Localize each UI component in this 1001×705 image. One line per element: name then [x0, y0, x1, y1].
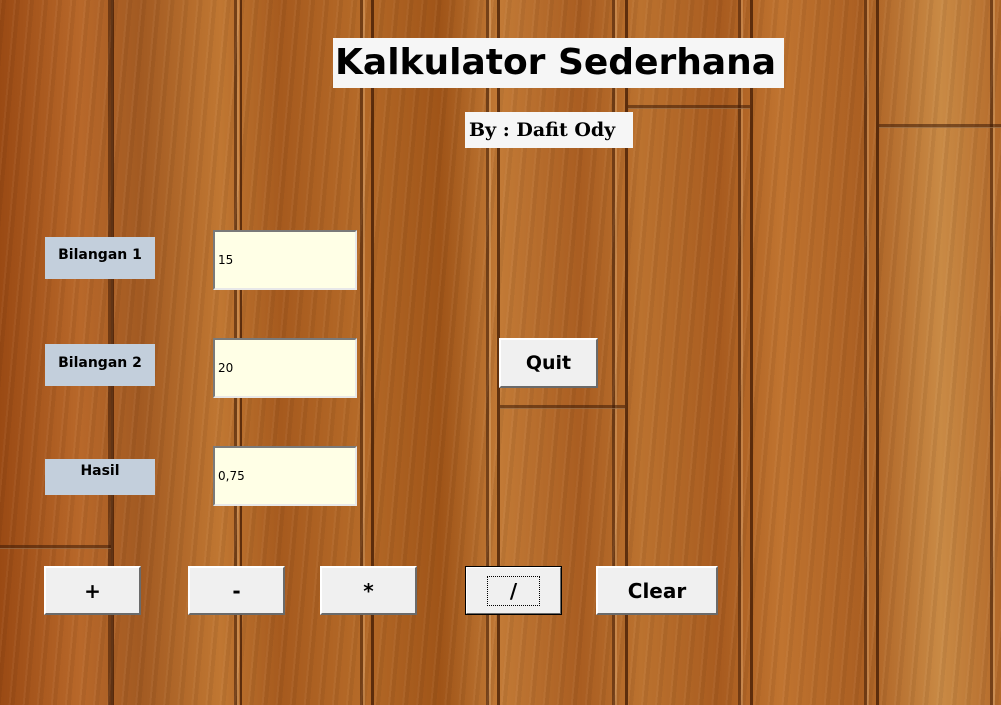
plank-joint — [500, 405, 625, 409]
add-button-label: + — [84, 578, 101, 603]
plank-joint — [879, 124, 1001, 128]
clear-button[interactable]: Clear — [596, 566, 718, 615]
app-title: Kalkulator Sederhana — [333, 38, 785, 88]
bilangan2-label: Bilangan 2 — [45, 344, 155, 386]
quit-button-label: Quit — [525, 352, 572, 374]
plank-seam — [750, 0, 753, 705]
bilangan2-input[interactable] — [213, 338, 357, 398]
clear-button-label: Clear — [627, 578, 687, 603]
divide-button-label: / — [486, 575, 541, 606]
multiply-button[interactable]: * — [320, 566, 417, 615]
app-subtitle: By : Dafit Ody — [465, 112, 634, 148]
subtract-button-label: - — [232, 578, 241, 603]
bilangan1-input[interactable] — [213, 230, 357, 290]
plank-joint — [628, 105, 750, 109]
multiply-button-label: * — [363, 578, 374, 603]
plank-seam — [876, 0, 879, 705]
bilangan1-label: Bilangan 1 — [45, 237, 155, 279]
quit-button[interactable]: Quit — [499, 338, 598, 388]
hasil-label: Hasil — [45, 459, 155, 495]
subtract-button[interactable]: - — [188, 566, 285, 615]
divide-button[interactable]: / — [465, 566, 562, 615]
hasil-output[interactable] — [213, 446, 357, 506]
add-button[interactable]: + — [44, 566, 141, 615]
plank-joint — [0, 545, 111, 549]
